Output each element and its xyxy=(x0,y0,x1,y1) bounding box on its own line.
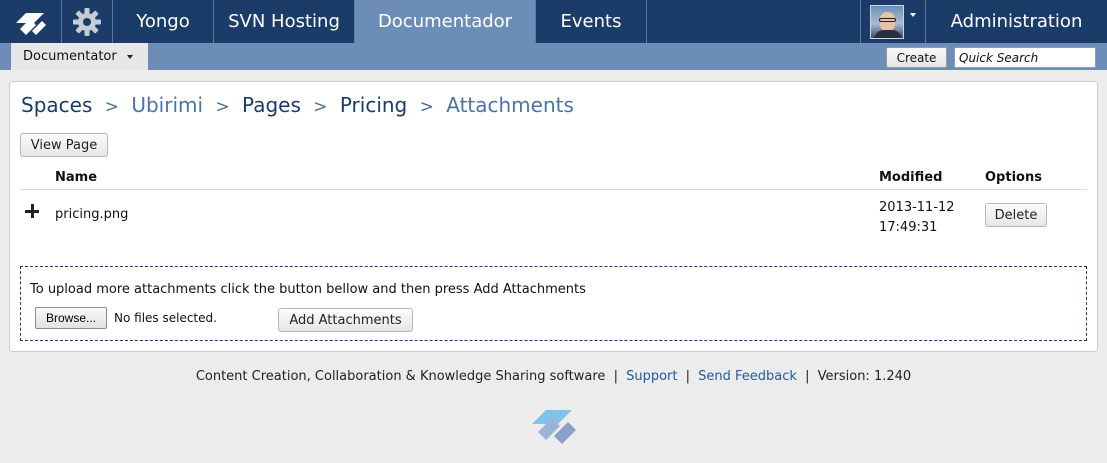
column-header-modified: Modified xyxy=(879,170,943,185)
nav-item-documentador[interactable]: Documentador xyxy=(355,0,536,43)
attachments-panel: Spaces > Ubirimi > Pages > Pricing > Att… xyxy=(9,81,1098,352)
browse-button[interactable]: Browse... xyxy=(35,307,107,329)
gear-icon xyxy=(73,7,101,36)
chevron-down-icon xyxy=(126,54,133,59)
column-header-name: Name xyxy=(55,170,98,185)
attachment-name[interactable]: pricing.png xyxy=(55,207,128,222)
logo-icon xyxy=(15,12,46,35)
modified-time: 17:49:31 xyxy=(879,220,938,235)
nav-item-administration[interactable]: Administration xyxy=(926,0,1107,43)
breadcrumb: Spaces > Ubirimi > Pages > Pricing > Att… xyxy=(21,93,574,117)
attachment-modified: 2013-11-12 17:49:31 xyxy=(879,198,955,238)
header-divider xyxy=(20,189,1087,190)
upload-instructions: To upload more attachments click the but… xyxy=(30,282,586,297)
footer-divider: | xyxy=(805,369,810,384)
modified-date: 2013-11-12 xyxy=(879,200,955,215)
plus-icon[interactable] xyxy=(25,204,41,220)
footer-logo-icon xyxy=(532,410,576,444)
nav-item-svn-hosting[interactable]: SVN Hosting xyxy=(214,0,355,43)
delete-button[interactable]: Delete xyxy=(985,203,1047,227)
breadcrumb-pages[interactable]: Pages xyxy=(242,93,301,117)
breadcrumb-separator: > xyxy=(104,97,119,117)
nav-item-yongo[interactable]: Yongo xyxy=(113,0,214,43)
version-text: Version: 1.240 xyxy=(817,369,912,384)
top-nav-bar: Yongo SVN Hosting Documentador Events Ad… xyxy=(0,0,1107,43)
footer-tagline: Content Creation, Collaboration & Knowle… xyxy=(195,369,606,384)
chevron-down-icon xyxy=(910,12,916,17)
footer-divider: | xyxy=(613,369,618,384)
quick-search-input[interactable] xyxy=(954,47,1096,68)
support-link[interactable]: Support xyxy=(626,369,677,384)
breadcrumb-separator: > xyxy=(215,97,230,117)
file-status-text: No files selected. xyxy=(114,311,217,325)
user-menu[interactable] xyxy=(860,0,926,43)
send-feedback-link[interactable]: Send Feedback xyxy=(698,369,797,384)
add-attachments-button[interactable]: Add Attachments xyxy=(278,308,413,332)
breadcrumb-spaces[interactable]: Spaces xyxy=(21,93,92,117)
avatar xyxy=(870,4,904,39)
breadcrumb-attachments: Attachments xyxy=(446,93,574,117)
view-page-button[interactable]: View Page xyxy=(20,133,108,157)
breadcrumb-separator: > xyxy=(313,97,328,117)
app-logo[interactable] xyxy=(0,0,62,43)
settings-menu[interactable] xyxy=(62,0,113,43)
create-button[interactable]: Create xyxy=(886,47,947,68)
upload-area: To upload more attachments click the but… xyxy=(20,266,1087,341)
breadcrumb-separator: > xyxy=(419,97,434,117)
nav-item-events[interactable]: Events xyxy=(536,0,647,43)
product-menu-dropdown[interactable]: Documentator xyxy=(11,43,148,70)
footer-divider: | xyxy=(685,369,691,384)
column-header-options: Options xyxy=(985,170,1042,185)
sub-nav-bar: Documentator Create xyxy=(0,43,1107,70)
breadcrumb-ubirimi[interactable]: Ubirimi xyxy=(131,93,203,117)
product-menu-label: Documentator xyxy=(23,49,117,64)
breadcrumb-pricing[interactable]: Pricing xyxy=(340,93,407,117)
footer: Content Creation, Collaboration & Knowle… xyxy=(0,369,1107,384)
